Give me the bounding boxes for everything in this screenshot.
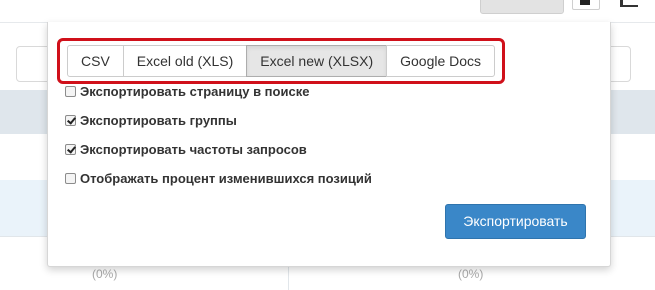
export-format-selector: CSV Excel old (XLS) Excel new (XLSX) Goo… <box>57 38 505 84</box>
checkbox[interactable] <box>65 173 76 184</box>
option-export-frequencies[interactable]: Экспортировать частоты запросов <box>65 142 307 157</box>
export-button[interactable]: Экспортировать <box>445 204 586 239</box>
option-show-position-change-percent[interactable]: Отображать процент изменившихся позиций <box>65 171 372 186</box>
format-xls-button[interactable]: Excel old (XLS) <box>122 45 248 77</box>
option-label: Экспортировать группы <box>80 113 237 128</box>
format-button-group: CSV Excel old (XLS) Excel new (XLSX) Goo… <box>67 45 496 77</box>
option-export-groups[interactable]: Экспортировать группы <box>65 113 237 128</box>
option-label: Экспортировать страницу в поиске <box>80 84 310 99</box>
checkbox-checked[interactable] <box>65 144 76 155</box>
format-xlsx-button[interactable]: Excel new (XLSX) <box>246 45 388 77</box>
chart-icon[interactable] <box>620 0 644 8</box>
option-label: Отображать процент изменившихся позиций <box>80 171 372 186</box>
percent-change-cell: (0%) <box>92 267 118 281</box>
option-export-search-page[interactable]: Экспортировать страницу в поиске <box>65 84 309 99</box>
checkbox[interactable] <box>65 86 76 97</box>
percent-change-cell: (0%) <box>458 267 484 281</box>
format-google-docs-button[interactable]: Google Docs <box>386 45 496 77</box>
format-csv-button[interactable]: CSV <box>67 45 124 77</box>
checkbox-checked[interactable] <box>65 115 76 126</box>
option-label: Экспортировать частоты запросов <box>80 142 307 157</box>
toolbar-button[interactable] <box>480 0 564 14</box>
table-icon[interactable] <box>572 0 600 10</box>
